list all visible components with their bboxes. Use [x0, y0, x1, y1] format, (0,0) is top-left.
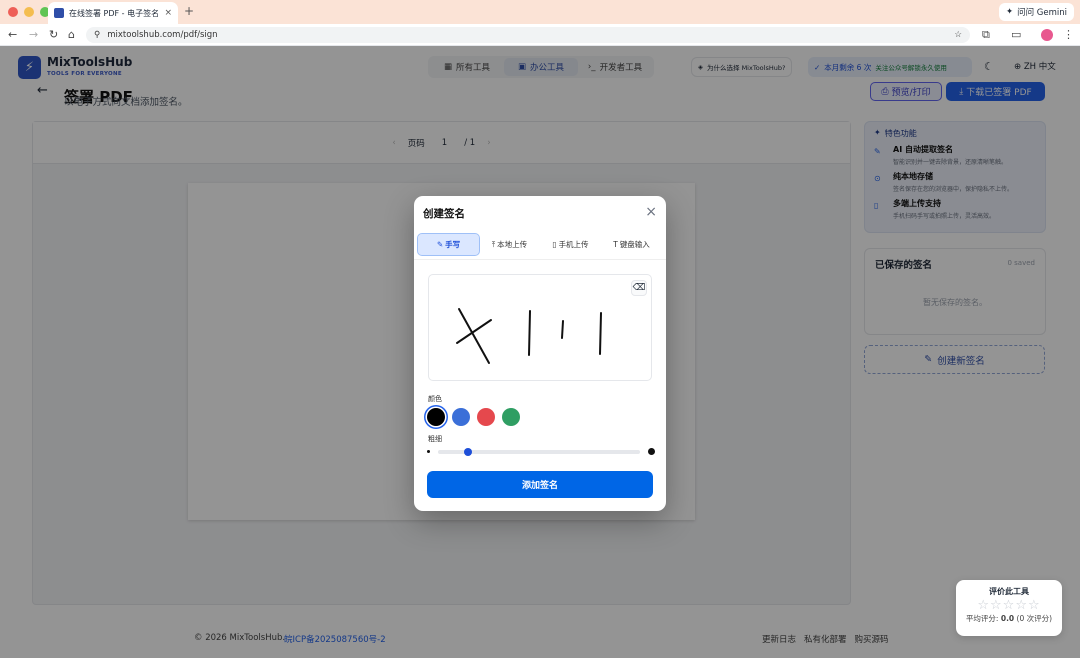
color-swatch-red[interactable] — [477, 408, 495, 426]
tab-keyboard[interactable]: T 键盘输入 — [601, 234, 662, 255]
minimize-window-button[interactable] — [24, 7, 34, 17]
thickness-slider[interactable] — [438, 448, 640, 456]
browser-tab[interactable]: 在线签署 PDF - 电子签名 × — [48, 2, 178, 24]
tab-title: 在线签署 PDF - 电子签名 — [69, 8, 160, 18]
upload-icon: ⤒ — [491, 239, 496, 249]
url-field[interactable]: ⚲ mixtoolshub.com/pdf/sign ☆ — [86, 27, 970, 43]
thin-dot-icon — [427, 450, 430, 453]
add-signature-button[interactable]: 添加签名 — [427, 471, 653, 498]
create-signature-dialog: 创建签名 × ✎ 手写 ⤒ 本地上传 ▯ 手机上传 T 键盘输入 ⌫ 颜色 粗细 添加签… — [414, 196, 666, 511]
dialog-title: 创建签名 — [423, 208, 465, 220]
window-controls — [8, 7, 50, 17]
slider-thumb[interactable] — [464, 448, 473, 456]
eraser-icon[interactable]: ⌫ — [631, 280, 647, 296]
back-icon[interactable]: ← — [8, 28, 17, 41]
thick-dot-icon — [648, 448, 655, 455]
signature-strokes — [456, 308, 602, 364]
address-toolbar: ← → ↻ ⌂ ⚲ mixtoolshub.com/pdf/sign ☆ ⧉ ▭… — [0, 24, 1080, 46]
pen-icon: ✎ — [436, 240, 444, 249]
color-swatches — [427, 408, 520, 426]
sparkle-icon: ✦ — [1005, 7, 1014, 17]
type-icon: T — [613, 240, 618, 249]
new-tab-button[interactable]: + — [184, 4, 194, 18]
tab-close-icon[interactable]: × — [164, 8, 172, 18]
url-text: mixtoolshub.com/pdf/sign — [107, 30, 218, 40]
extensions-icon[interactable]: ⧉ — [982, 28, 990, 42]
phone-icon: ▯ — [552, 240, 557, 249]
color-swatch-green[interactable] — [502, 408, 520, 426]
sidepanel-icon[interactable]: ▭ — [1011, 28, 1021, 41]
reload-icon[interactable]: ↻ — [49, 28, 58, 41]
favicon-icon — [54, 8, 64, 18]
bookmark-star-icon[interactable]: ☆ — [954, 30, 962, 40]
tab-phone-upload[interactable]: ▯ 手机上传 — [540, 234, 601, 255]
gemini-label: 问问 Gemini — [1017, 8, 1067, 18]
rating-stars[interactable]: ☆☆☆☆☆ — [956, 598, 1062, 613]
color-label: 颜色 — [428, 395, 442, 403]
thickness-label: 粗细 — [428, 435, 442, 443]
gemini-button[interactable]: ✦ 问问 Gemini — [998, 3, 1074, 21]
rating-average: 平均评分: 0.0 (0 次评分) — [965, 614, 1053, 623]
home-icon[interactable]: ⌂ — [68, 28, 75, 41]
close-icon[interactable]: × — [645, 204, 657, 220]
browser-tab-strip: 在线签署 PDF - 电子签名 × + ✦ 问问 Gemini — [0, 0, 1080, 24]
color-swatch-black[interactable] — [427, 408, 445, 426]
rating-title: 评价此工具 — [989, 587, 1029, 596]
forward-icon[interactable]: → — [29, 28, 38, 41]
tab-local-upload[interactable]: ⤒ 本地上传 — [479, 234, 540, 255]
signature-canvas[interactable]: ⌫ — [428, 274, 652, 381]
profile-avatar[interactable] — [1041, 29, 1053, 41]
tab-handwrite[interactable]: ✎ 手写 — [417, 233, 480, 256]
color-swatch-blue[interactable] — [452, 408, 470, 426]
rating-widget: 评价此工具 ☆☆☆☆☆ 平均评分: 0.0 (0 次评分) — [956, 580, 1062, 636]
signature-mode-tabs: ✎ 手写 ⤒ 本地上传 ▯ 手机上传 T 键盘输入 — [417, 233, 662, 256]
close-window-button[interactable] — [8, 7, 18, 17]
divider — [414, 259, 666, 260]
site-info-icon[interactable]: ⚲ — [94, 30, 100, 40]
thickness-slider-row — [427, 447, 655, 457]
menu-kebab-icon[interactable]: ⋮ — [1063, 28, 1074, 41]
